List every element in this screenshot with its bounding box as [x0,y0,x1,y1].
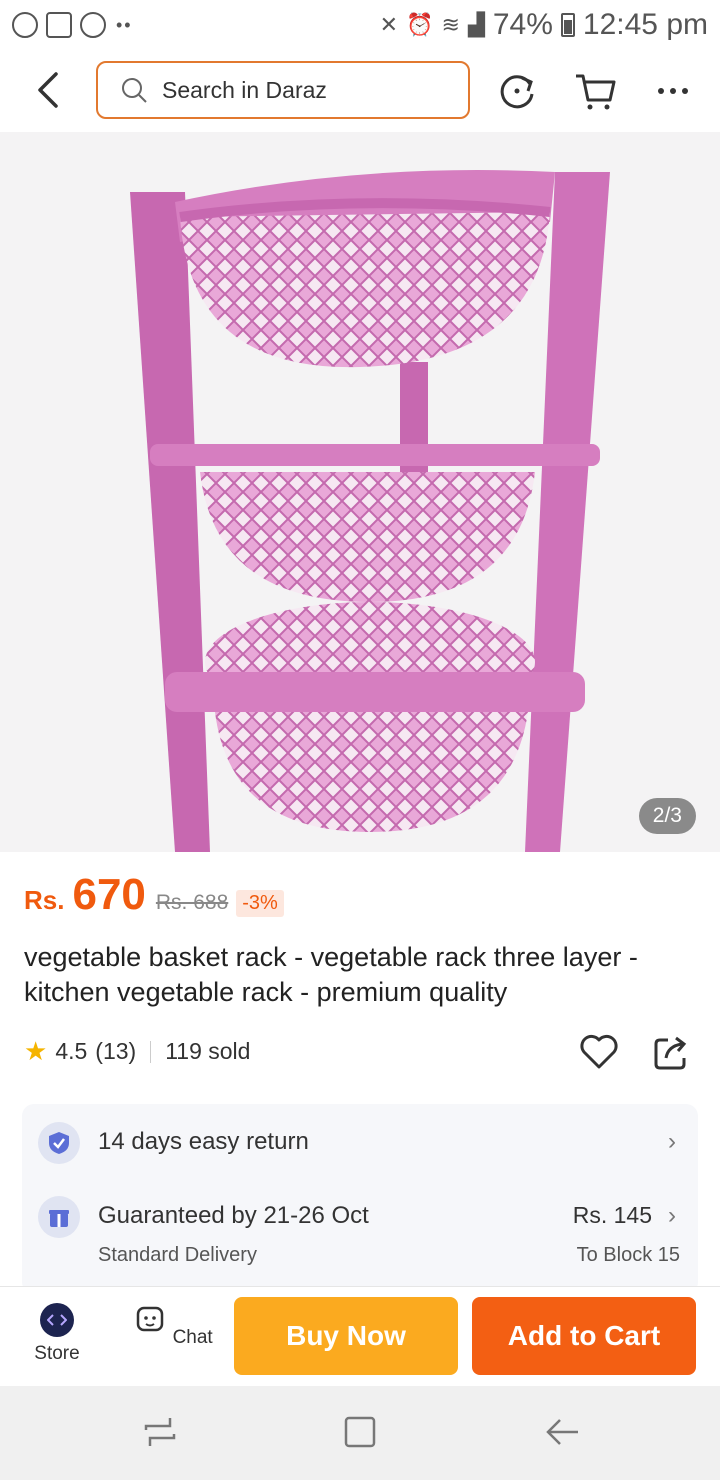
battery-percent: 74% [492,8,553,41]
status-bar: •• ✕ ⏰ ≋ ▟ 74% 12:45 pm [0,0,720,50]
service-card: 14 days easy return › Guaranteed by 21-2… [22,1104,698,1294]
more-options-icon[interactable] [652,70,694,112]
rating-row[interactable]: ★ 4.5 (13) 119 sold [24,1036,250,1067]
signal-icon: ▟ [467,12,485,37]
image-counter: 2/3 [638,798,696,834]
search-bar[interactable]: Search in Daraz [96,61,470,119]
shield-check-icon [38,1122,80,1164]
sold-count: 119 sold [165,1038,251,1064]
wifi-icon: ≋ [441,12,460,37]
refresh-icon[interactable] [496,70,538,112]
gallery-icon [46,12,72,38]
store-label: Store [34,1343,80,1364]
alarm-icon: ⏰ [406,12,434,37]
current-price: 670 [72,870,146,919]
store-logo-icon [40,1303,74,1337]
delivery-fee: Rs. 145 [572,1202,652,1228]
rating-value: 4.5 [55,1038,88,1064]
rating-count: (13) [95,1038,137,1064]
search-icon [122,78,147,103]
app-notification-icon [80,12,106,38]
buy-now-button[interactable]: Buy Now [234,1297,458,1375]
bottom-action-bar: Store Chat Buy Now Add to Cart [0,1286,720,1384]
back-arrow-icon[interactable] [30,70,70,110]
wishlist-heart-icon[interactable] [578,1030,620,1072]
delivery-type: Standard Delivery [98,1244,257,1266]
more-notifications-icon: •• [116,14,133,35]
product-image [130,170,610,852]
divider [150,1040,152,1063]
clock: 12:45 pm [582,8,708,41]
cart-icon[interactable] [574,70,616,112]
top-bar: Search in Daraz [0,52,720,130]
chat-icon [137,1306,164,1332]
share-icon[interactable] [652,1032,692,1072]
chevron-right-icon[interactable]: › [668,1128,676,1156]
chat-label: Chat [172,1327,213,1348]
chevron-right-icon[interactable]: › [668,1202,676,1230]
mute-icon: ✕ [379,12,399,37]
price-row: Rs. 670 Rs. 688 -3% [24,870,284,920]
chat-button[interactable]: Chat [128,1303,218,1349]
store-button[interactable]: Store [12,1303,102,1365]
product-title: vegetable basket rack - vegetable rack t… [24,942,638,1007]
home-icon[interactable] [340,1412,380,1452]
search-placeholder: Search in Daraz [162,76,327,103]
currency-label: Rs. [24,885,65,915]
back-icon[interactable] [542,1412,582,1452]
system-nav-bar [0,1386,720,1480]
return-policy-text[interactable]: 14 days easy return [98,1128,309,1156]
delivery-location[interactable]: To Block 15 [577,1244,680,1267]
product-image-gallery[interactable]: 2/3 [0,132,720,852]
original-price: Rs. 688 [155,891,229,914]
battery-icon [560,13,575,37]
delivery-guarantee-text[interactable]: Guaranteed by 21-26 Oct [98,1202,369,1230]
star-icon: ★ [24,1036,48,1066]
discount-badge: -3% [236,890,284,917]
recent-apps-icon[interactable] [140,1412,180,1452]
delivery-gift-icon [38,1196,80,1238]
whatsapp-icon [12,12,38,38]
add-to-cart-button[interactable]: Add to Cart [472,1297,696,1375]
